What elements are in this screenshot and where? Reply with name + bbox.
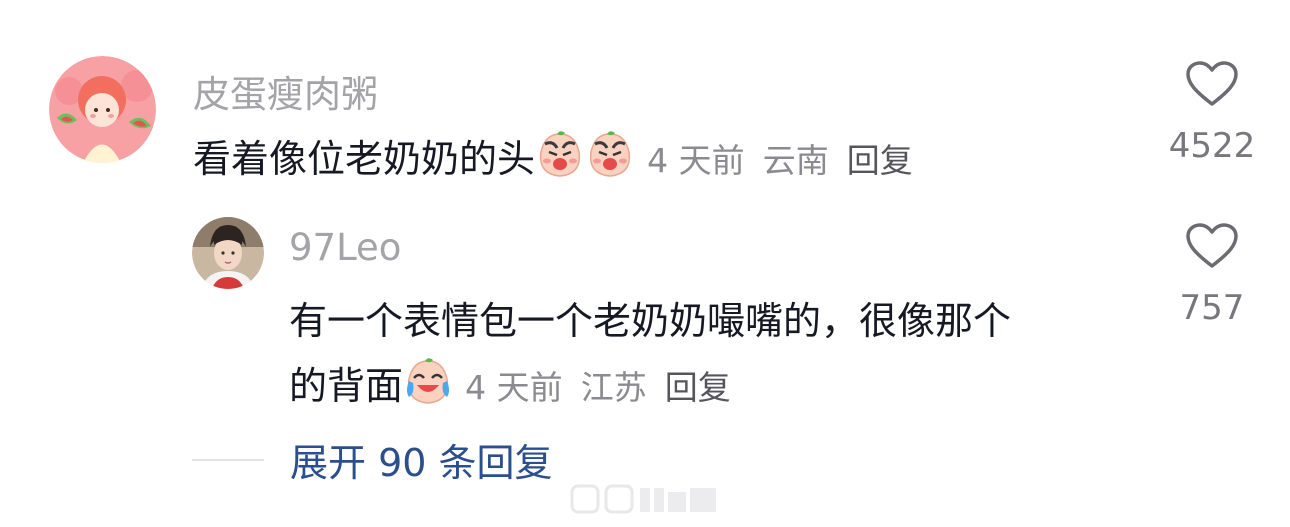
expand-replies[interactable]: 展开 90 条回复 [192, 432, 553, 487]
comment-like-button[interactable]: 4522 [1152, 60, 1272, 166]
reply-reply-button[interactable]: 回复 [665, 368, 731, 407]
comment-time: 4 天前 [647, 141, 745, 180]
comment-username[interactable]: 皮蛋瘦肉粥 [193, 64, 378, 118]
reply-text-line2: 的背面 [289, 364, 404, 408]
pout-face-emoji-icon [585, 130, 635, 189]
reply-like-count: 757 [1179, 288, 1245, 328]
reply-username[interactable]: 97Leo [289, 226, 401, 269]
reply-location: 江苏 [580, 368, 647, 407]
expand-divider [192, 458, 264, 461]
comment-location: 云南 [762, 141, 829, 180]
reply-like-button[interactable]: 757 [1152, 222, 1272, 328]
watermark-logo [570, 482, 720, 522]
expand-replies-label[interactable]: 展开 90 条回复 [290, 432, 553, 487]
comment-like-count: 4522 [1168, 126, 1256, 166]
comment-text: 看着像位老奶奶的头 [193, 137, 536, 181]
reply-time: 4 天前 [465, 368, 563, 407]
reply-text-line1: 有一个表情包一个老奶奶嘬嘴的，很像那个 [289, 299, 1012, 343]
pout-face-emoji-icon [535, 130, 585, 189]
comment-body: 看着像位老奶奶的头 4 天前 云南 回复 [193, 128, 913, 189]
comment-avatar[interactable] [49, 56, 156, 163]
reply-avatar[interactable] [192, 217, 264, 289]
comment-reply-button[interactable]: 回复 [847, 141, 913, 180]
reply-body-line2: 的背面 4 天前 江苏 回复 [289, 355, 731, 416]
heart-icon [1152, 60, 1272, 112]
heart-icon [1152, 222, 1272, 274]
laughing-tears-emoji-icon [403, 357, 453, 416]
